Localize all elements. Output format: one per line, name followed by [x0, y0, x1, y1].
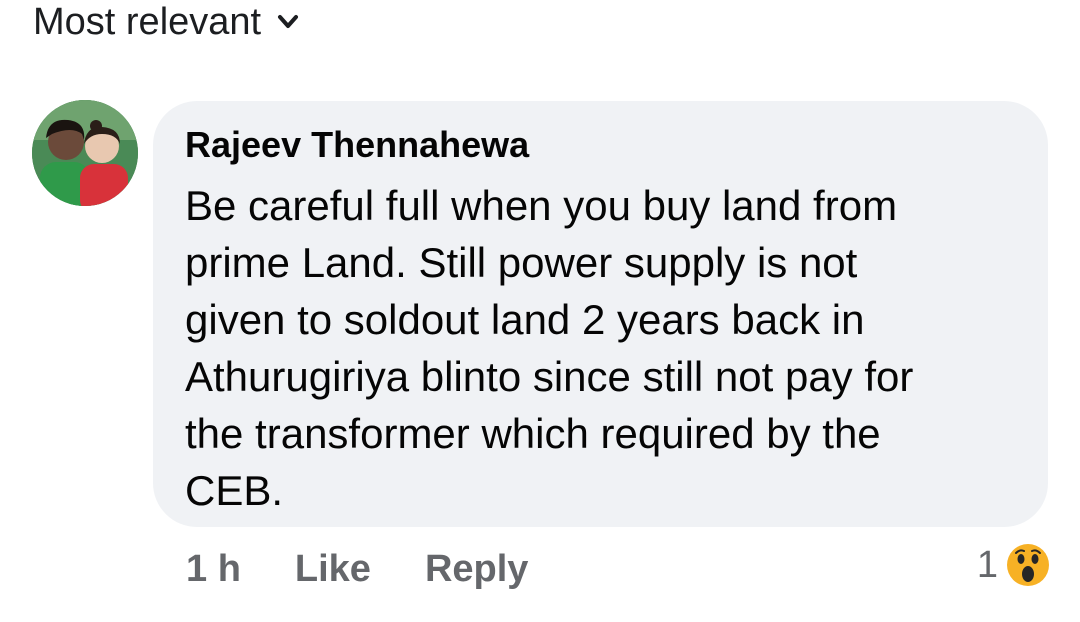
comment-author[interactable]: Rajeev Thennahewa	[185, 123, 1018, 167]
sort-label: Most relevant	[33, 1, 262, 43]
comment-bubble: Rajeev Thennahewa Be careful full when y…	[153, 101, 1048, 527]
avatar[interactable]	[32, 100, 138, 206]
reactions-summary[interactable]: 1	[977, 540, 1050, 590]
comment-actions: 1 h Like Reply	[186, 546, 528, 592]
wow-reaction-icon	[1006, 543, 1050, 587]
comment-timestamp[interactable]: 1 h	[186, 548, 241, 591]
sort-comments-dropdown[interactable]: Most relevant	[33, 0, 299, 44]
like-button[interactable]: Like	[295, 548, 371, 591]
reaction-count: 1	[976, 543, 998, 586]
profile-photo-icon	[32, 100, 138, 206]
reply-button[interactable]: Reply	[425, 548, 528, 591]
comment-text: Be careful full when you buy land from p…	[185, 182, 914, 514]
chevron-down-icon	[277, 14, 299, 30]
